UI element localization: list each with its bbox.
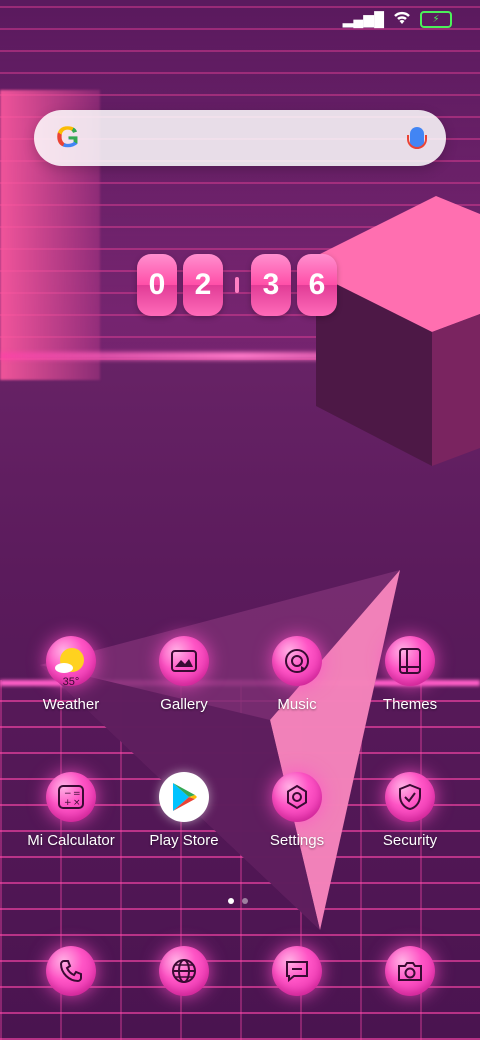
phone-icon — [46, 946, 96, 996]
gallery-icon — [159, 636, 209, 686]
app-label: Themes — [382, 696, 438, 713]
dock-messages[interactable] — [242, 946, 352, 996]
wifi-icon — [392, 10, 412, 29]
play-store-icon — [159, 772, 209, 822]
app-gallery[interactable]: Gallery — [129, 636, 239, 713]
camera-icon — [385, 946, 435, 996]
dock-phone[interactable] — [16, 946, 126, 996]
wallpaper-cube — [316, 196, 480, 466]
weather-icon: 35° — [46, 636, 96, 688]
app-themes[interactable]: Themes — [355, 636, 465, 713]
dock-camera[interactable] — [355, 946, 465, 996]
app-label: Settings — [269, 832, 325, 849]
themes-icon — [385, 636, 435, 686]
battery-icon: ⚡ — [420, 11, 452, 28]
app-label: Music — [277, 696, 317, 713]
status-bar: ▂▄▆█ ⚡ — [343, 10, 452, 29]
app-music[interactable]: Music — [242, 636, 352, 713]
microphone-icon[interactable] — [407, 127, 427, 149]
clock-digit-m1: 3 — [251, 254, 291, 316]
weather-temp: 35° — [62, 676, 80, 688]
clock-digit-h2: 2 — [183, 254, 223, 316]
app-label: Gallery — [160, 696, 208, 713]
app-label: Mi Calculator — [27, 832, 115, 849]
app-label: Weather — [42, 696, 100, 713]
google-logo-icon: G — [56, 121, 80, 154]
svg-text:×: × — [73, 798, 81, 808]
svg-text:+: + — [64, 798, 72, 808]
dock-browser[interactable] — [129, 946, 239, 996]
page-dot-active[interactable] — [228, 898, 234, 904]
app-security[interactable]: Security — [355, 772, 465, 849]
wallpaper-triangle — [40, 570, 400, 930]
calculator-icon: − = + × — [46, 772, 96, 822]
app-weather[interactable]: 35° Weather — [16, 636, 126, 713]
settings-icon — [272, 772, 322, 822]
clock-digit-m2: 6 — [297, 254, 337, 316]
clock-colon — [235, 277, 239, 293]
page-indicator[interactable] — [228, 898, 248, 904]
page-dot[interactable] — [242, 898, 248, 904]
app-label: Play Store — [149, 832, 219, 849]
clock-digit-h1: 0 — [137, 254, 177, 316]
clock-widget[interactable]: 0 2 3 6 — [137, 254, 337, 316]
browser-icon — [159, 946, 209, 996]
messages-icon — [272, 946, 322, 996]
app-play-store[interactable]: Play Store — [129, 772, 239, 849]
google-search-bar[interactable]: G — [34, 110, 446, 166]
security-shield-icon — [385, 772, 435, 822]
app-settings[interactable]: Settings — [242, 772, 352, 849]
app-label: Security — [382, 832, 438, 849]
app-mi-calculator[interactable]: − = + × Mi Calculator — [16, 772, 126, 849]
signal-icon: ▂▄▆█ — [342, 11, 384, 27]
music-icon — [272, 636, 322, 686]
